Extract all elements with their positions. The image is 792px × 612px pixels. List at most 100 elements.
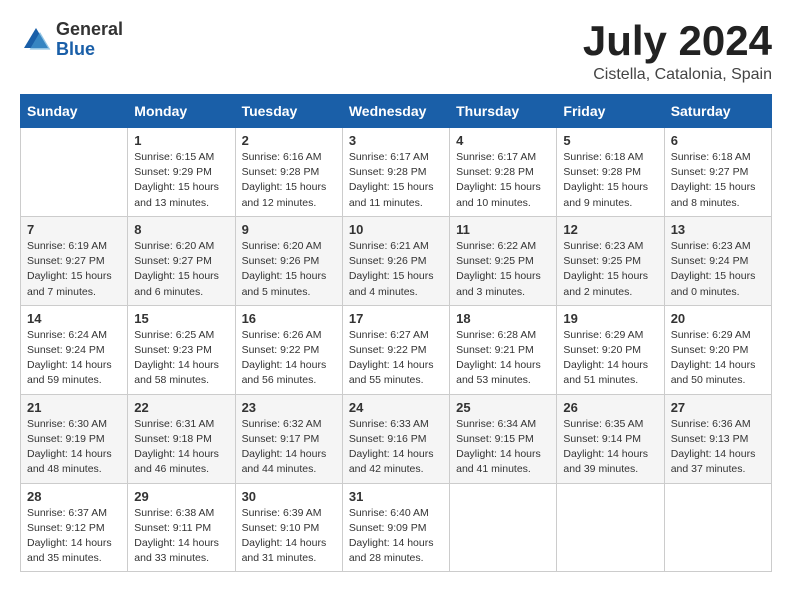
- calendar-cell: 21 Sunrise: 6:30 AM Sunset: 9:19 PM Dayli…: [21, 394, 128, 483]
- day-number: 16: [242, 311, 336, 326]
- calendar-cell: 27Sunrise: 6:36 AM Sunset: 9:13 PM Dayli…: [664, 394, 771, 483]
- logo-text: General Blue: [56, 20, 123, 60]
- day-info: Sunrise: 6:15 AM Sunset: 9:29 PM Dayligh…: [134, 150, 228, 211]
- day-info: Sunrise: 6:22 AM Sunset: 9:25 PM Dayligh…: [456, 239, 550, 300]
- calendar-cell: 13 Sunrise: 6:23 AM Sunset: 9:24 PM Dayli…: [664, 216, 771, 305]
- logo-blue: Blue: [56, 40, 123, 60]
- calendar-cell: 24 Sunrise: 6:33 AM Sunset: 9:16 PM Dayli…: [342, 394, 449, 483]
- calendar-cell: 4 Sunrise: 6:17 AM Sunset: 9:28 PM Daylig…: [450, 128, 557, 217]
- calendar-cell: 26 Sunrise: 6:35 AM Sunset: 9:14 PM Dayli…: [557, 394, 664, 483]
- calendar-cell: 10 Sunrise: 6:21 AM Sunset: 9:26 PM Dayli…: [342, 216, 449, 305]
- day-info: Sunrise: 6:24 AM Sunset: 9:24 PM Dayligh…: [27, 328, 121, 389]
- page-header: General Blue July 2024 Cistella, Catalon…: [20, 20, 772, 84]
- calendar-cell: 31Sunrise: 6:40 AM Sunset: 9:09 PM Dayli…: [342, 483, 449, 572]
- day-info: Sunrise: 6:29 AM Sunset: 9:20 PM Dayligh…: [563, 328, 657, 389]
- calendar-cell: 30 Sunrise: 6:39 AM Sunset: 9:10 PM Dayli…: [235, 483, 342, 572]
- day-number: 18: [456, 311, 550, 326]
- calendar-cell: [664, 483, 771, 572]
- calendar-week-row: 1Sunrise: 6:15 AM Sunset: 9:29 PM Daylig…: [21, 128, 772, 217]
- calendar-cell: 20Sunrise: 6:29 AM Sunset: 9:20 PM Dayli…: [664, 305, 771, 394]
- weekday-header-wednesday: Wednesday: [342, 95, 449, 128]
- day-number: 24: [349, 400, 443, 415]
- day-info: Sunrise: 6:16 AM Sunset: 9:28 PM Dayligh…: [242, 150, 336, 211]
- calendar-cell: [21, 128, 128, 217]
- calendar-cell: 1Sunrise: 6:15 AM Sunset: 9:29 PM Daylig…: [128, 128, 235, 217]
- day-info: Sunrise: 6:28 AM Sunset: 9:21 PM Dayligh…: [456, 328, 550, 389]
- day-number: 26: [563, 400, 657, 415]
- day-number: 15: [134, 311, 228, 326]
- day-info: Sunrise: 6:33 AM Sunset: 9:16 PM Dayligh…: [349, 417, 443, 478]
- day-info: Sunrise: 6:17 AM Sunset: 9:28 PM Dayligh…: [456, 150, 550, 211]
- day-number: 9: [242, 222, 336, 237]
- calendar-cell: 7Sunrise: 6:19 AM Sunset: 9:27 PM Daylig…: [21, 216, 128, 305]
- day-number: 29: [134, 489, 228, 504]
- weekday-header-monday: Monday: [128, 95, 235, 128]
- logo: General Blue: [20, 20, 123, 60]
- day-info: Sunrise: 6:39 AM Sunset: 9:10 PM Dayligh…: [242, 506, 336, 567]
- calendar-cell: 25 Sunrise: 6:34 AM Sunset: 9:15 PM Dayli…: [450, 394, 557, 483]
- day-info: Sunrise: 6:29 AM Sunset: 9:20 PM Dayligh…: [671, 328, 765, 389]
- day-info: Sunrise: 6:18 AM Sunset: 9:28 PM Dayligh…: [563, 150, 657, 211]
- day-number: 5: [563, 133, 657, 148]
- location-subtitle: Cistella, Catalonia, Spain: [583, 66, 772, 84]
- calendar-week-row: 28 Sunrise: 6:37 AM Sunset: 9:12 PM Dayli…: [21, 483, 772, 572]
- day-info: Sunrise: 6:36 AM Sunset: 9:13 PM Dayligh…: [671, 417, 765, 478]
- day-info: Sunrise: 6:21 AM Sunset: 9:26 PM Dayligh…: [349, 239, 443, 300]
- day-number: 11: [456, 222, 550, 237]
- day-info: Sunrise: 6:30 AM Sunset: 9:19 PM Dayligh…: [27, 417, 121, 478]
- weekday-header-tuesday: Tuesday: [235, 95, 342, 128]
- day-number: 21: [27, 400, 121, 415]
- day-number: 12: [563, 222, 657, 237]
- day-number: 14: [27, 311, 121, 326]
- day-number: 2: [242, 133, 336, 148]
- weekday-header-friday: Friday: [557, 95, 664, 128]
- calendar-cell: 8Sunrise: 6:20 AM Sunset: 9:27 PM Daylig…: [128, 216, 235, 305]
- day-info: Sunrise: 6:37 AM Sunset: 9:12 PM Dayligh…: [27, 506, 121, 567]
- calendar-cell: [450, 483, 557, 572]
- weekday-header-sunday: Sunday: [21, 95, 128, 128]
- day-number: 25: [456, 400, 550, 415]
- calendar-table: SundayMondayTuesdayWednesdayThursdayFrid…: [20, 94, 772, 572]
- day-number: 19: [563, 311, 657, 326]
- calendar-cell: 12Sunrise: 6:23 AM Sunset: 9:25 PM Dayli…: [557, 216, 664, 305]
- day-info: Sunrise: 6:34 AM Sunset: 9:15 PM Dayligh…: [456, 417, 550, 478]
- day-info: Sunrise: 6:35 AM Sunset: 9:14 PM Dayligh…: [563, 417, 657, 478]
- day-info: Sunrise: 6:38 AM Sunset: 9:11 PM Dayligh…: [134, 506, 228, 567]
- day-number: 28: [27, 489, 121, 504]
- calendar-cell: 15 Sunrise: 6:25 AM Sunset: 9:23 PM Dayli…: [128, 305, 235, 394]
- calendar-cell: 6Sunrise: 6:18 AM Sunset: 9:27 PM Daylig…: [664, 128, 771, 217]
- calendar-cell: 29 Sunrise: 6:38 AM Sunset: 9:11 PM Dayli…: [128, 483, 235, 572]
- calendar-cell: 2 Sunrise: 6:16 AM Sunset: 9:28 PM Daylig…: [235, 128, 342, 217]
- day-info: Sunrise: 6:26 AM Sunset: 9:22 PM Dayligh…: [242, 328, 336, 389]
- day-info: Sunrise: 6:27 AM Sunset: 9:22 PM Dayligh…: [349, 328, 443, 389]
- calendar-week-row: 21 Sunrise: 6:30 AM Sunset: 9:19 PM Dayli…: [21, 394, 772, 483]
- logo-general: General: [56, 20, 123, 40]
- calendar-cell: 22Sunrise: 6:31 AM Sunset: 9:18 PM Dayli…: [128, 394, 235, 483]
- day-number: 4: [456, 133, 550, 148]
- day-info: Sunrise: 6:23 AM Sunset: 9:24 PM Dayligh…: [671, 239, 765, 300]
- day-number: 6: [671, 133, 765, 148]
- weekday-header-saturday: Saturday: [664, 95, 771, 128]
- calendar-cell: 23Sunrise: 6:32 AM Sunset: 9:17 PM Dayli…: [235, 394, 342, 483]
- weekday-header-row: SundayMondayTuesdayWednesdayThursdayFrid…: [21, 95, 772, 128]
- day-number: 3: [349, 133, 443, 148]
- weekday-header-thursday: Thursday: [450, 95, 557, 128]
- day-info: Sunrise: 6:17 AM Sunset: 9:28 PM Dayligh…: [349, 150, 443, 211]
- calendar-cell: 9 Sunrise: 6:20 AM Sunset: 9:26 PM Daylig…: [235, 216, 342, 305]
- day-number: 30: [242, 489, 336, 504]
- day-info: Sunrise: 6:20 AM Sunset: 9:26 PM Dayligh…: [242, 239, 336, 300]
- day-info: Sunrise: 6:25 AM Sunset: 9:23 PM Dayligh…: [134, 328, 228, 389]
- day-info: Sunrise: 6:31 AM Sunset: 9:18 PM Dayligh…: [134, 417, 228, 478]
- day-number: 10: [349, 222, 443, 237]
- day-info: Sunrise: 6:19 AM Sunset: 9:27 PM Dayligh…: [27, 239, 121, 300]
- day-number: 13: [671, 222, 765, 237]
- title-section: July 2024 Cistella, Catalonia, Spain: [583, 20, 772, 84]
- logo-icon: [20, 24, 52, 56]
- day-number: 17: [349, 311, 443, 326]
- calendar-week-row: 7Sunrise: 6:19 AM Sunset: 9:27 PM Daylig…: [21, 216, 772, 305]
- calendar-cell: [557, 483, 664, 572]
- calendar-cell: 28 Sunrise: 6:37 AM Sunset: 9:12 PM Dayli…: [21, 483, 128, 572]
- day-number: 8: [134, 222, 228, 237]
- calendar-cell: 3 Sunrise: 6:17 AM Sunset: 9:28 PM Daylig…: [342, 128, 449, 217]
- day-number: 23: [242, 400, 336, 415]
